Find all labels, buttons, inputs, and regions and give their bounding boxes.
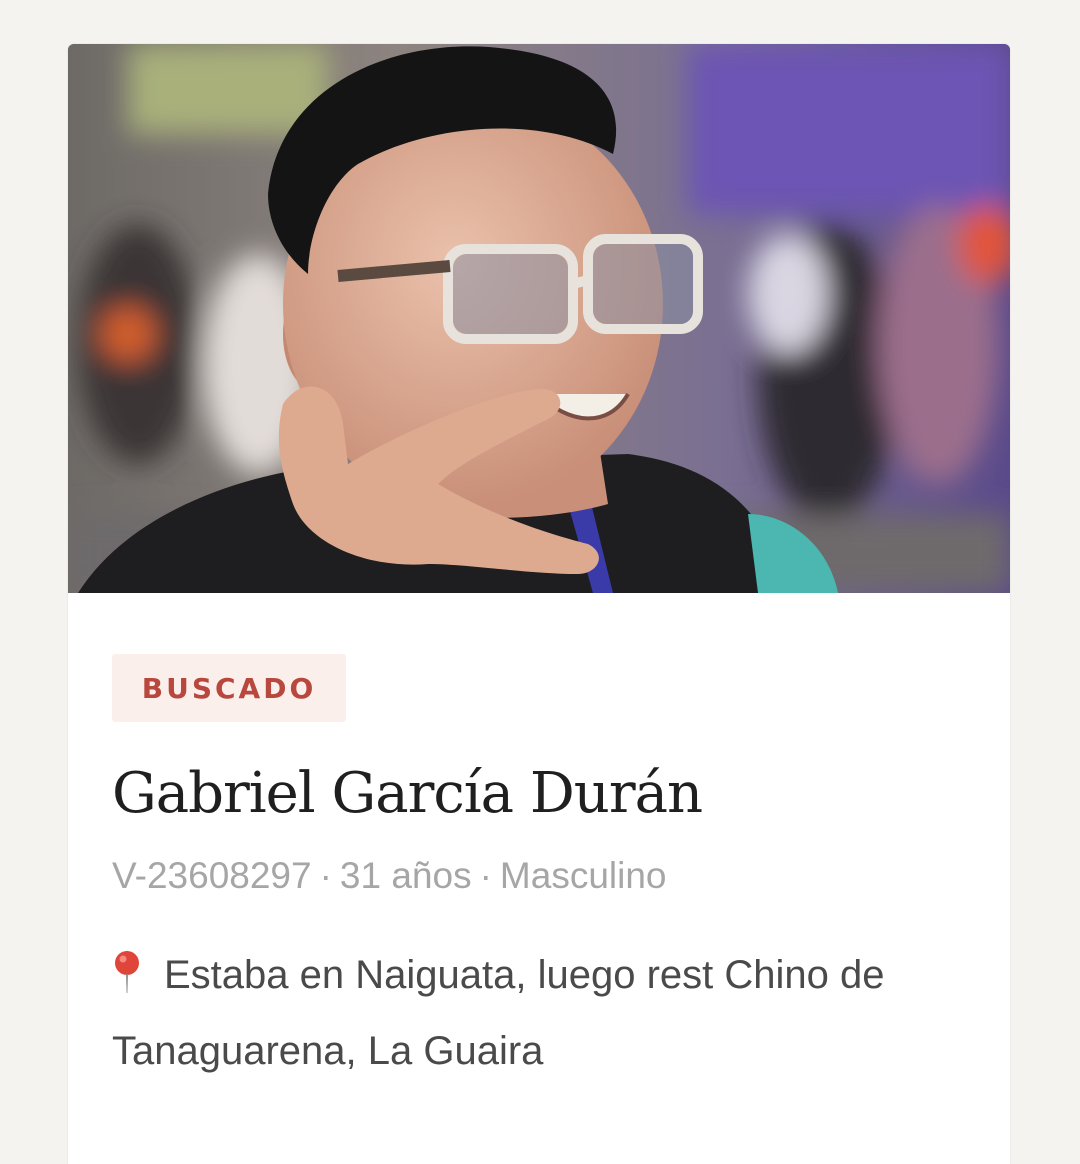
map-pin-icon: [112, 946, 142, 1016]
location-text: Estaba en Naiguata, luego rest Chino de …: [112, 953, 885, 1073]
person-name: Gabriel García Durán: [112, 761, 703, 826]
gender: Masculino: [499, 855, 667, 896]
person-details: V-23608297 · 31 años · Masculino: [112, 852, 667, 900]
id-number: V-23608297: [112, 855, 312, 896]
status-badge: BUSCADO: [112, 654, 346, 722]
separator: ·: [319, 855, 332, 896]
last-seen-location: Estaba en Naiguata, luego rest Chino de …: [112, 940, 992, 1086]
missing-person-card[interactable]: BUSCADO Gabriel García Durán V-23608297 ·…: [68, 44, 1010, 1164]
person-photo: [68, 44, 1010, 593]
separator: ·: [479, 855, 492, 896]
age: 31 años: [339, 855, 472, 896]
